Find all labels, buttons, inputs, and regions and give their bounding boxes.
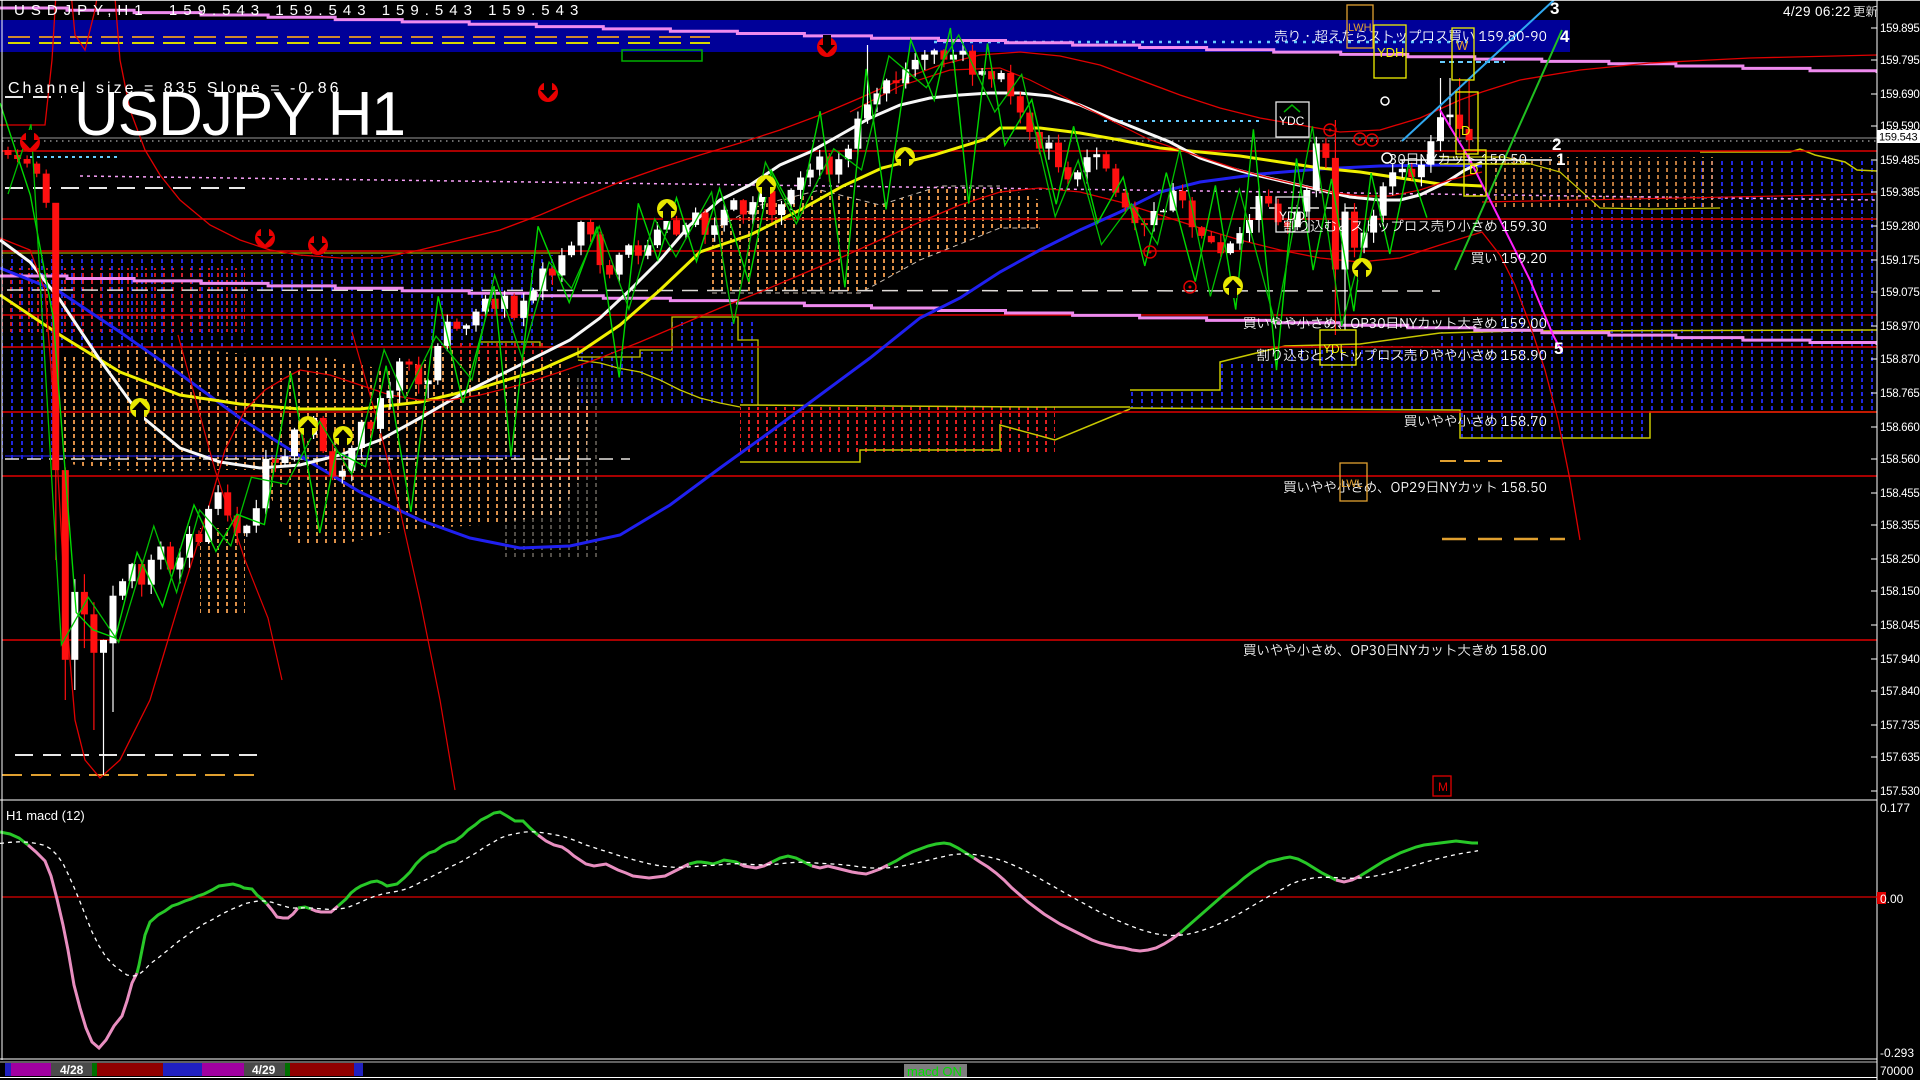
svg-text:158.660: 158.660: [1880, 422, 1919, 434]
svg-text:157.840: 157.840: [1880, 686, 1919, 698]
svg-text:158.355: 158.355: [1880, 520, 1919, 532]
svg-text:0.00: 0.00: [1880, 892, 1904, 906]
svg-text:159.280: 159.280: [1880, 221, 1919, 233]
svg-text:macd ON: macd ON: [907, 1064, 962, 1079]
svg-text:158.150: 158.150: [1880, 586, 1919, 598]
svg-text:4/29: 4/29: [252, 1063, 276, 1077]
svg-text:YDL: YDL: [1323, 342, 1347, 356]
svg-text:158.870: 158.870: [1880, 354, 1919, 366]
svg-text:159.075: 159.075: [1880, 287, 1919, 299]
svg-text:158.560: 158.560: [1880, 454, 1919, 466]
svg-text:3: 3: [1550, 0, 1559, 18]
svg-text:5: 5: [1554, 339, 1563, 358]
svg-text:4: 4: [1560, 27, 1570, 46]
svg-text:159.175: 159.175: [1880, 255, 1919, 267]
svg-text:157.530: 157.530: [1880, 786, 1919, 798]
svg-text:YDO: YDO: [1279, 209, 1305, 223]
svg-text:159.543: 159.543: [1879, 132, 1917, 144]
svg-text:158.765: 158.765: [1880, 388, 1919, 400]
svg-text:USDJPY,H1 159.543 159.543 159: USDJPY,H1 159.543 159.543 159.543 159.54…: [14, 2, 584, 19]
svg-text:158.455: 158.455: [1880, 488, 1919, 500]
svg-text:W: W: [1456, 38, 1469, 53]
svg-text:159.795: 159.795: [1880, 55, 1919, 67]
svg-text:158.250: 158.250: [1880, 554, 1919, 566]
svg-text:H1 macd (12): H1 macd (12): [6, 808, 85, 823]
svg-text:USDJPY H1: USDJPY H1: [74, 80, 405, 149]
svg-text:YDC: YDC: [1279, 114, 1305, 128]
svg-text:70000: 70000: [1880, 1064, 1914, 1078]
svg-text:159.895: 159.895: [1880, 23, 1919, 35]
svg-text:4/28: 4/28: [60, 1063, 84, 1077]
svg-text:LWH: LWH: [1348, 22, 1372, 34]
svg-text:159.485: 159.485: [1880, 155, 1919, 167]
svg-text:158.045: 158.045: [1880, 620, 1919, 632]
svg-text:LWL: LWL: [1341, 478, 1363, 490]
svg-text:159.690: 159.690: [1880, 89, 1919, 101]
svg-text:D: D: [1469, 162, 1478, 177]
svg-text:157.635: 157.635: [1880, 752, 1919, 764]
svg-text:157.940: 157.940: [1880, 654, 1919, 666]
svg-text:-0.293: -0.293: [1880, 1046, 1914, 1060]
svg-text:D: D: [1461, 123, 1470, 138]
svg-text:0.177: 0.177: [1880, 801, 1910, 815]
svg-text:159.385: 159.385: [1880, 187, 1919, 199]
svg-text:M: M: [1438, 780, 1448, 794]
svg-text:158.970: 158.970: [1880, 321, 1919, 333]
svg-text:4/29 06:22: 4/29 06:22: [1783, 4, 1851, 19]
svg-text:1: 1: [1556, 150, 1565, 169]
svg-text:YDH: YDH: [1377, 45, 1404, 60]
svg-text:157.735: 157.735: [1880, 720, 1919, 732]
